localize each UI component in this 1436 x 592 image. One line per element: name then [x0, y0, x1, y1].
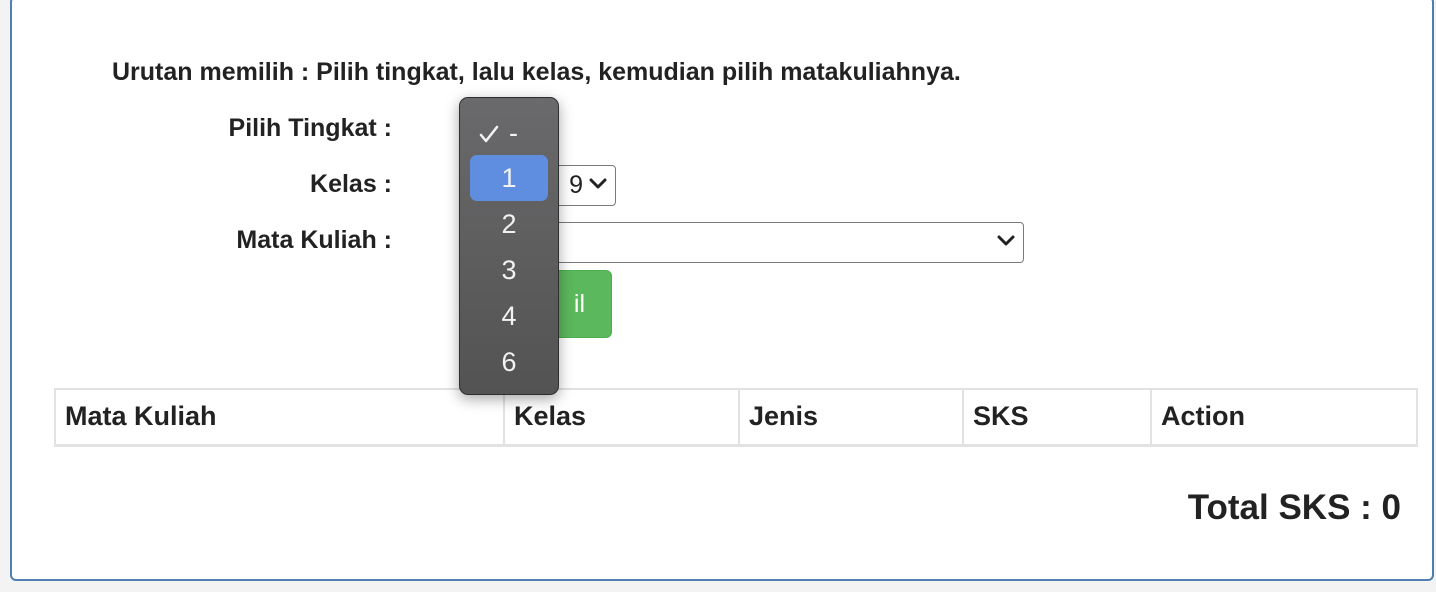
dropdown-option[interactable]: 3: [470, 247, 548, 293]
column-header-jenis: Jenis: [738, 388, 964, 447]
checkmark-icon: [479, 125, 499, 143]
column-header-action: Action: [1150, 388, 1418, 447]
kelas-select-value: 9: [569, 171, 583, 199]
dropdown-option-label: -: [509, 118, 518, 148]
dropdown-option[interactable]: 2: [470, 201, 548, 247]
column-header-kelas: Kelas: [503, 388, 740, 447]
dropdown-option[interactable]: 6: [470, 339, 548, 385]
column-header-sks: SKS: [962, 388, 1152, 447]
main-panel: Urutan memilih : Pilih tingkat, lalu kel…: [10, 0, 1434, 581]
course-table: Mata Kuliah Kelas Jenis SKS Action: [54, 388, 1418, 447]
column-header-mata-kuliah: Mata Kuliah: [54, 388, 505, 447]
instruction-text: Urutan memilih : Pilih tingkat, lalu kel…: [112, 58, 961, 86]
chevron-down-icon: [589, 178, 607, 189]
dropdown-option-highlighted[interactable]: 1: [470, 155, 548, 201]
mata-kuliah-select[interactable]: [482, 222, 1024, 263]
tingkat-dropdown-menu[interactable]: - 1 2 3 4 6: [459, 97, 559, 395]
mata-kuliah-label: Mata Kuliah :: [236, 226, 392, 254]
kelas-label: Kelas :: [310, 170, 392, 198]
tingkat-label: Pilih Tingkat :: [228, 114, 392, 142]
total-sks: Total SKS : 0: [1187, 488, 1401, 527]
dropdown-option-current[interactable]: -: [470, 110, 548, 156]
chevron-down-icon: [997, 235, 1015, 246]
table-header-row: Mata Kuliah Kelas Jenis SKS Action: [54, 388, 1418, 447]
dropdown-option[interactable]: 4: [470, 293, 548, 339]
